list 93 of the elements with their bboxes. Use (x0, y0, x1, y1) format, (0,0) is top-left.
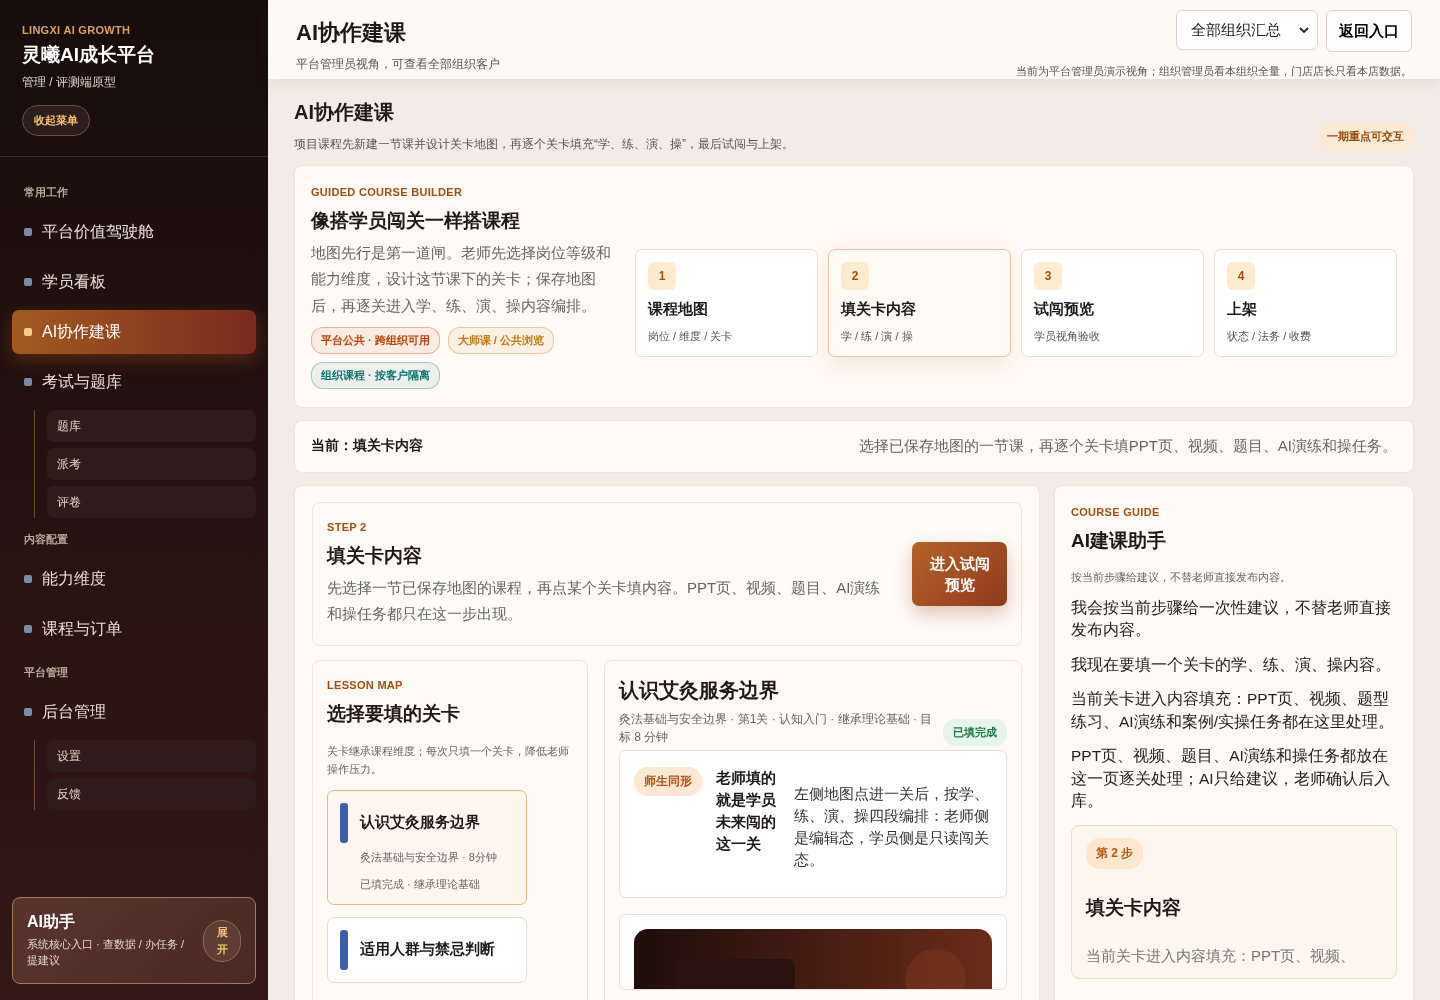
step-card[interactable]: 4 上架 状态 / 法务 / 收费 (1214, 249, 1397, 357)
organization-select[interactable]: 全部组织汇总 (1176, 10, 1318, 50)
chevron-down-icon (1299, 26, 1309, 34)
eyebrow-label: LESSON MAP (327, 679, 404, 692)
collapse-menu-button[interactable]: 收起菜单 (22, 105, 90, 136)
lesson-title: 认识艾灸服务边界 (360, 813, 481, 833)
role-note: 当前为平台管理员演示视角；组织管理员看本组织全量，门店店长只看本店数据。 (1016, 64, 1412, 79)
lesson-title: 适用人群与禁忌判断 (360, 940, 495, 960)
panel-description: 先选择一节已保存地图的课程，再点某个关卡填内容。PPT页、视频、题目、AI演练和操任务都只在这一步出现。 (327, 577, 882, 624)
step-subtitle: 学 / 练 / 演 / 操 (841, 329, 914, 344)
guide-title: AI建课助手 (1071, 528, 1167, 553)
sidebar-item[interactable]: 平台价值驾驶舱 (12, 210, 256, 254)
bullet-icon (24, 625, 32, 633)
card-title: 选择要填的关卡 (327, 702, 461, 727)
guide-paragraph: 我会按当前步骤给一次性建议，不替老师直接发布内容。 (1071, 597, 1392, 641)
brand-name: 灵曦AI成长平台 (22, 43, 156, 67)
eyebrow-label: STEP 2 (327, 520, 368, 533)
eyebrow-label: COURSE GUIDE (1071, 505, 1161, 518)
guide-step-body: 当前关卡进入内容填充：PPT页、视频、 (1086, 946, 1357, 966)
nav-section-title: 内容配置 (24, 532, 69, 547)
step-number: 3 (1034, 262, 1062, 290)
lesson-item[interactable]: 认识艾灸服务边界 灸法基础与安全边界 · 8分钟 已填完成 · 继承理论基础 (327, 790, 527, 906)
step-subtitle: 状态 / 法务 / 收费 (1227, 329, 1313, 344)
step-title: 试闯预览 (1034, 300, 1095, 319)
guide-step-title: 填关卡内容 (1086, 895, 1182, 920)
step-subtitle: 学员视角验收 (1034, 329, 1101, 344)
current-step-label: 当前：填关卡内容 (311, 437, 423, 456)
step-number: 1 (648, 262, 676, 290)
page-description: 项目课程先新建一节课并设计关卡地图，再逐个关卡填充“学、练、演、操”，最后试闯与上架。 (294, 136, 794, 153)
step-title: 填关卡内容 (841, 300, 917, 319)
step-number: 2 (841, 262, 869, 290)
sidebar-item[interactable]: AI协作建课 (12, 310, 256, 354)
sidebar-item[interactable]: 学员看板 (12, 260, 256, 304)
step-title: 上架 (1227, 300, 1258, 319)
step-card[interactable]: 1 课程地图 岗位 / 维度 / 关卡 (635, 249, 818, 357)
callout-tag: 师生同形 (634, 767, 702, 797)
step-subtitle: 岗位 / 维度 / 关卡 (648, 329, 734, 344)
brand-tagline: LINGXI AI GROWTH (22, 24, 132, 36)
lesson-item[interactable]: 适用人群与禁忌判断 (327, 917, 527, 984)
course-tag: 组织课程 · 按客户隔离 (311, 361, 440, 389)
course-tag: 平台公共 · 跨组织可用 (311, 326, 440, 354)
expand-button[interactable]: 展开 (203, 919, 241, 962)
lesson-detail-title: 认识艾灸服务边界 (619, 678, 780, 704)
header-title: AI协作建课 (296, 19, 407, 47)
sidebar-item[interactable]: 考试与题库 (12, 360, 256, 404)
sidebar-subitem[interactable]: 题库 (47, 410, 256, 442)
guide-paragraph: 当前关卡进入内容填充：PPT页、视频、题型练习、AI演练和案例/实操任务都在这里处理。 (1071, 689, 1395, 732)
lesson-status: 已填完成 · 继承理论基础 (360, 877, 481, 893)
sidebar-subitem[interactable]: 评卷 (47, 486, 256, 518)
guide-paragraph: 我现在要填一个关卡的学、练、演、操内容。 (1071, 654, 1392, 675)
sidebar-item[interactable]: 后台管理 (12, 690, 256, 734)
lesson-detail-meta: 灸法基础与安全边界 · 第1关 · 认知入门 · 继承理论基础 · 目标 8 分钟 (619, 711, 933, 747)
lesson-marker (340, 930, 348, 971)
callout-body: 左侧地图点进一关后，按学、练、演、操四段编排：老师侧是编辑态，学员侧是只读闯关态。 (794, 784, 990, 870)
sidebar-subitem[interactable]: 设置 (47, 740, 256, 772)
page-title: AI协作建课 (294, 100, 395, 125)
nav-section-title: 平台管理 (24, 665, 69, 680)
sidebar-subitem[interactable]: 反馈 (47, 778, 256, 810)
bullet-icon (24, 378, 32, 386)
bullet-icon (24, 228, 32, 236)
status-badge: 已填完成 (943, 719, 1007, 747)
step-number: 4 (1227, 262, 1255, 290)
header-subtitle: 平台管理员视角，可查看全部组织客户 (296, 56, 500, 73)
brand-subtitle: 管理 / 评测端原型 (22, 74, 117, 91)
sidebar-item[interactable]: 课程与订单 (12, 607, 256, 651)
guide-note: 按当前步骤给建议，不替老师直接发布内容。 (1071, 569, 1292, 585)
phase-badge: 一期重点可交互 (1317, 122, 1414, 151)
current-step-hint: 选择已保存地图的一节课，再逐个关卡填PPT页、视频、题目、AI演练和操任务。 (858, 436, 1397, 456)
course-tag: 大师课 / 公共浏览 (447, 326, 554, 354)
guide-paragraph: PPT页、视频、题目、AI演练和操任务都放在这一页逐关处理；AI只给建议，老师确认后入库。 (1071, 746, 1391, 812)
callout-heading: 老师填的就是学员未来闯的这一关 (716, 768, 777, 854)
lesson-marker (340, 803, 348, 844)
assistant-title: AI助手 (27, 912, 76, 933)
step-card[interactable]: 2 填关卡内容 学 / 练 / 演 / 操 (828, 249, 1011, 357)
sidebar-item[interactable]: 能力维度 (12, 557, 256, 601)
step-card[interactable]: 3 试闯预览 学员视角验收 (1021, 249, 1204, 357)
bullet-icon (24, 708, 32, 716)
nav-section-title: 常用工作 (24, 185, 69, 200)
assistant-description: 系统核心入口 · 查数据 / 办任务 / 提建议 (27, 937, 186, 969)
sidebar-subitem[interactable]: 派考 (47, 448, 256, 480)
bullet-icon (24, 575, 32, 583)
bullet-icon (24, 278, 32, 286)
eyebrow-label: GUIDED COURSE BUILDER (311, 186, 464, 198)
card-description: 关卡继承课程维度；每次只填一个关卡，降低老师操作压力。 (327, 744, 570, 777)
panel-title: 填关卡内容 (327, 543, 423, 568)
lesson-meta: 灸法基础与安全边界 · 8分钟 (360, 850, 497, 866)
preview-button[interactable]: 进入试闯预览 (912, 542, 1007, 606)
back-button[interactable]: 返回入口 (1326, 10, 1412, 52)
step-title: 课程地图 (648, 300, 709, 319)
card-description: 地图先行是第一道闸。老师先选择岗位等级和能力维度，设计这节课下的关卡；保存地图后，再逐关进入学、练、演、操内容编排。 (311, 243, 612, 316)
bullet-icon (24, 328, 32, 336)
step-badge: 第 2 步 (1086, 837, 1144, 869)
card-title: 像搭学员闯关一样搭课程 (311, 209, 521, 233)
